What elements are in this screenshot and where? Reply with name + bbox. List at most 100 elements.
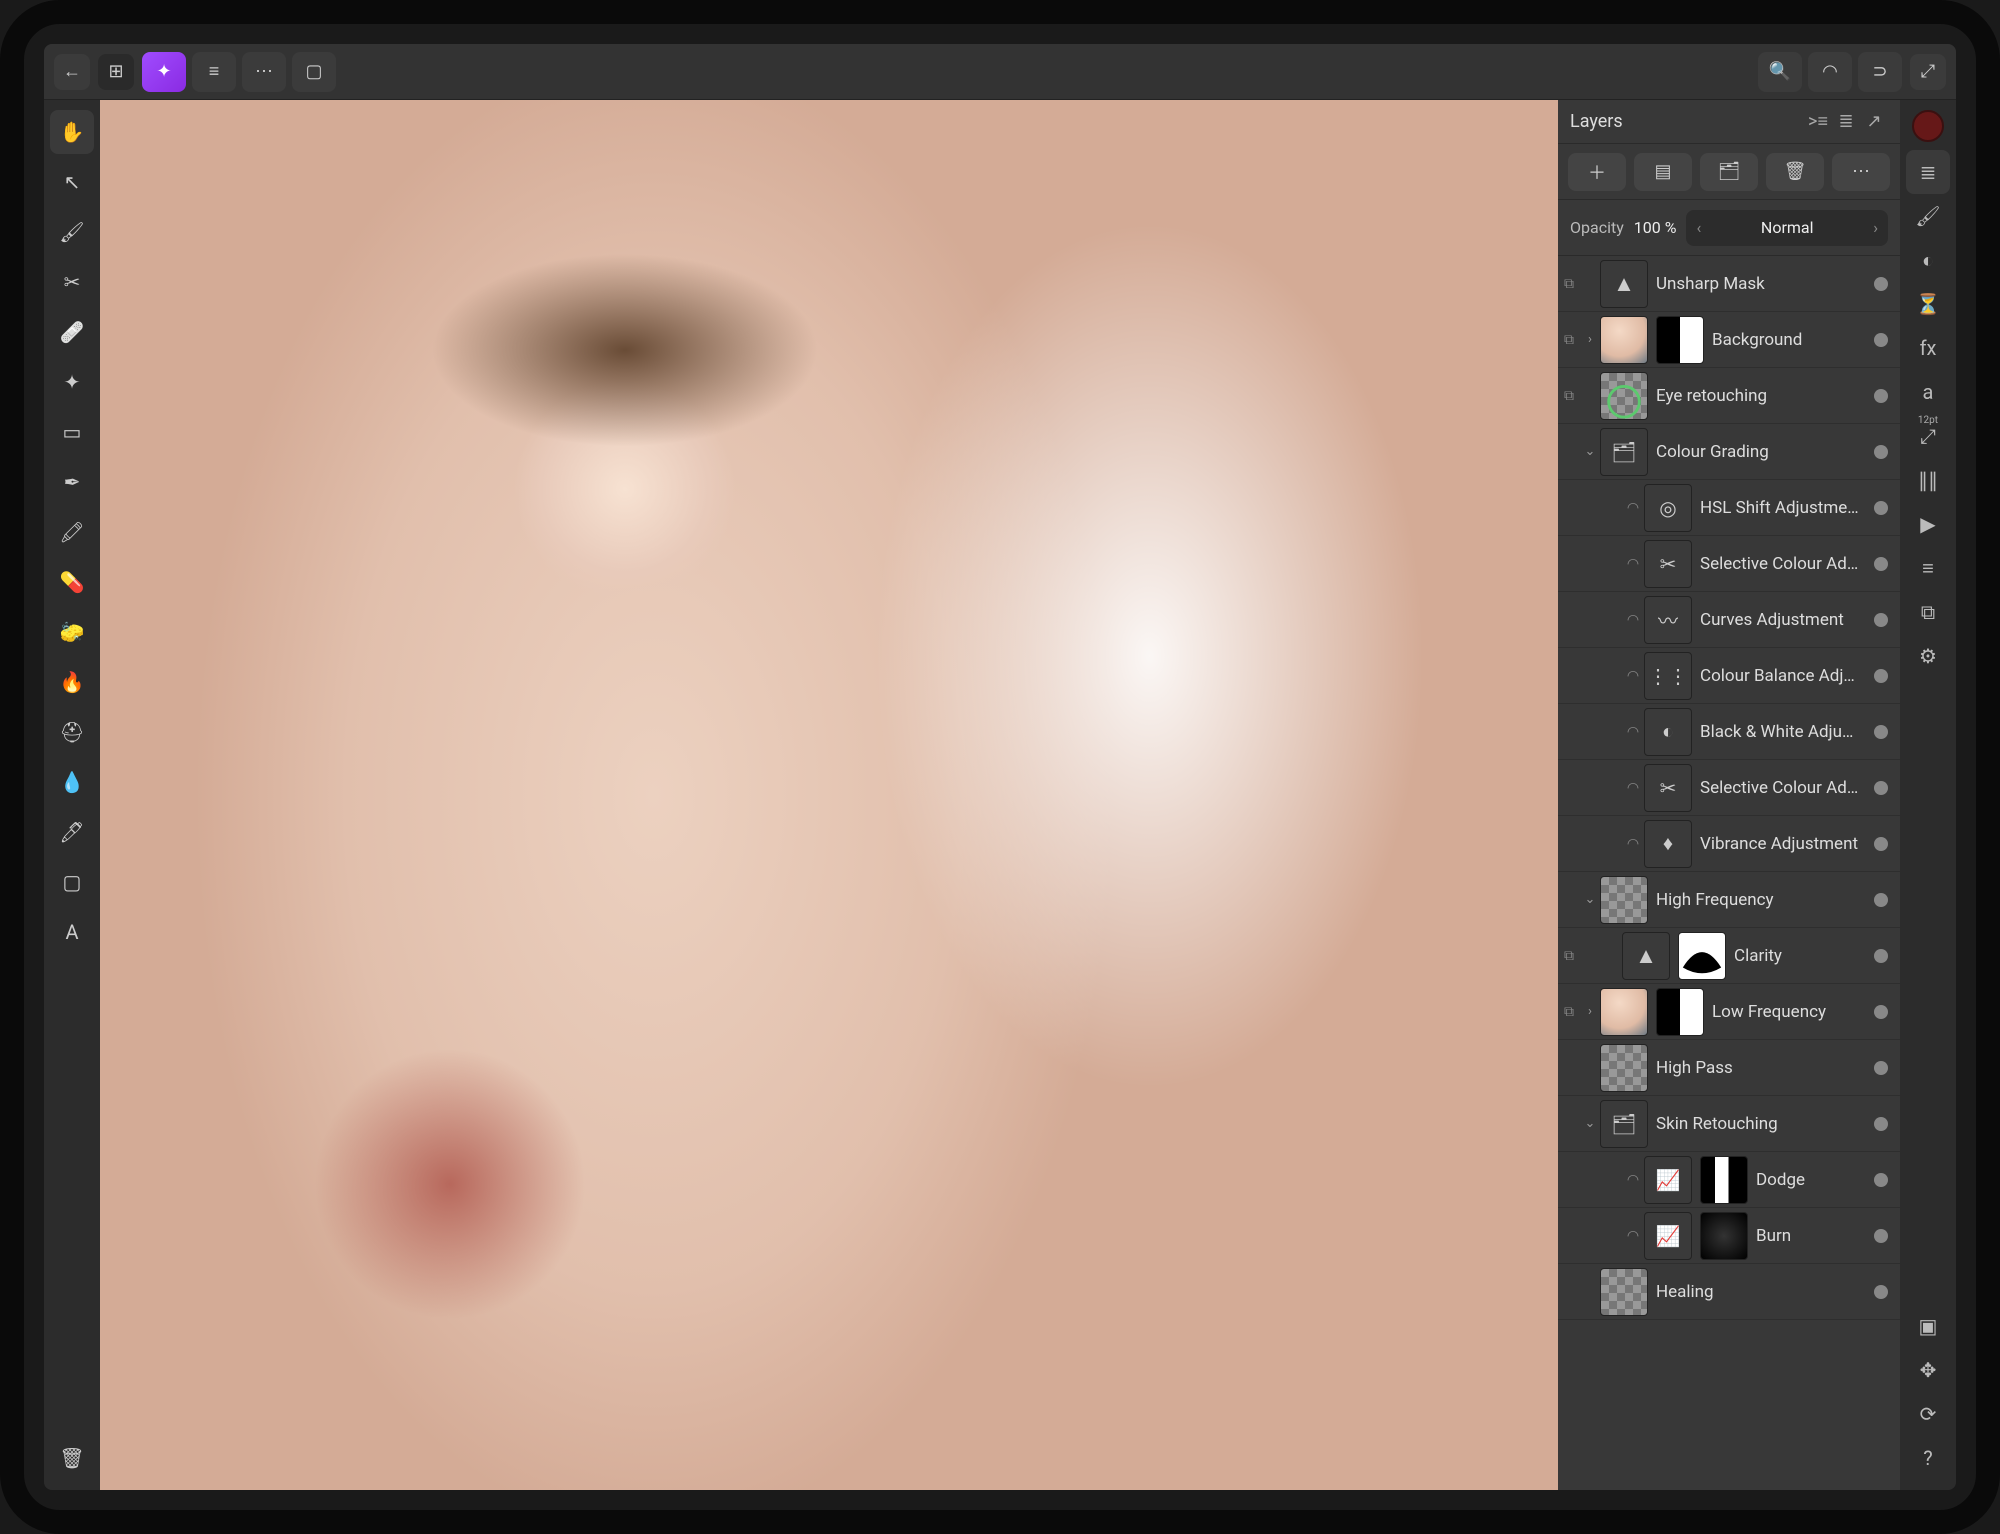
record-button[interactable] (1912, 110, 1944, 142)
mask-layer-button[interactable]: ▤ (1634, 153, 1692, 191)
blend-mode-dropdown[interactable]: ‹ Normal › (1686, 210, 1888, 246)
tool-marquee[interactable]: ▭ (50, 410, 94, 454)
visibility-toggle[interactable] (1874, 1285, 1888, 1299)
disclosure-button[interactable]: ⌄ (1580, 1116, 1600, 1131)
link-icon[interactable]: ⧉ (1558, 276, 1580, 292)
tool-healing[interactable]: 🩹 (50, 310, 94, 354)
persona-button[interactable]: ✦ (142, 52, 186, 92)
chevron-right-icon[interactable]: › (1873, 218, 1878, 237)
tool-pen[interactable]: ✒ (50, 460, 94, 504)
studio-settings[interactable]: ⚙ (1906, 634, 1950, 678)
more-layer-button[interactable]: ⋯ (1832, 153, 1890, 191)
fullscreen-button[interactable]: ⤢ (1910, 54, 1946, 90)
tool-text[interactable]: A (50, 910, 94, 954)
layer-row[interactable]: ◠✂Selective Colour Adju… (1558, 536, 1900, 592)
link-icon[interactable]: ⧉ (1558, 948, 1580, 964)
visibility-toggle[interactable] (1874, 781, 1888, 795)
layer-row[interactable]: High Pass (1558, 1040, 1900, 1096)
visibility-toggle[interactable] (1874, 389, 1888, 403)
tool-hand[interactable]: ✋ (50, 110, 94, 154)
layer-row[interactable]: ◠✂Selective Colour Adju… (1558, 760, 1900, 816)
layer-row[interactable]: ◠◐Black & White Adjust… (1558, 704, 1900, 760)
menu-button[interactable]: ≡ (192, 52, 236, 92)
zoom-fit-button[interactable]: 🔍 (1758, 52, 1802, 92)
visibility-toggle[interactable] (1874, 1117, 1888, 1131)
studio-history[interactable]: ⟳ (1906, 1392, 1950, 1436)
documents-button[interactable]: ⊞ (98, 54, 134, 90)
studio-export[interactable]: ⧉ (1906, 590, 1950, 634)
chevron-left-icon[interactable]: ‹ (1696, 218, 1701, 237)
studio-fx[interactable]: fx (1906, 326, 1950, 370)
tool-dropper[interactable]: 💧 (50, 760, 94, 804)
tool-paint[interactable]: 🖌 (50, 210, 94, 254)
link-icon[interactable]: ⧉ (1558, 1004, 1580, 1020)
visibility-toggle[interactable] (1874, 1173, 1888, 1187)
visibility-toggle[interactable] (1874, 445, 1888, 459)
tool-wand[interactable]: ✦ (50, 360, 94, 404)
visibility-toggle[interactable] (1874, 1005, 1888, 1019)
tool-burn[interactable]: 🔥 (50, 660, 94, 704)
layer-row[interactable]: ⧉▲Unsharp Mask (1558, 256, 1900, 312)
panel-popout-button[interactable]: ↗ (1860, 108, 1888, 136)
layer-row[interactable]: Healing (1558, 1264, 1900, 1320)
layer-list[interactable]: ⧉▲Unsharp Mask⧉›Background⧉Eye retouchin… (1558, 256, 1900, 1490)
studio-layers[interactable]: ≣ (1906, 150, 1950, 194)
tool-stamp[interactable]: ⛑ (50, 710, 94, 754)
layer-row[interactable]: ⧉Eye retouching (1558, 368, 1900, 424)
disclosure-button[interactable]: ⌄ (1580, 892, 1600, 907)
visibility-toggle[interactable] (1874, 557, 1888, 571)
studio-brushes[interactable]: 🖌 (1906, 194, 1950, 238)
quickmask-button[interactable]: ◠ (1808, 52, 1852, 92)
opacity-value[interactable]: 100 % (1634, 218, 1677, 237)
tool-move[interactable]: ↖ (50, 160, 94, 204)
studio-help[interactable]: ? (1906, 1436, 1950, 1480)
visibility-toggle[interactable] (1874, 277, 1888, 291)
visibility-toggle[interactable] (1874, 669, 1888, 683)
marquee-button[interactable]: ▢ (292, 52, 336, 92)
layer-row[interactable]: ⌄🗂Skin Retouching (1558, 1096, 1900, 1152)
tool-eraser[interactable]: 💊 (50, 560, 94, 604)
add-layer-button[interactable]: ＋ (1568, 153, 1626, 191)
studio-snap[interactable]: ✥ (1906, 1348, 1950, 1392)
studio-levels[interactable]: ∥∥ (1906, 458, 1950, 502)
layer-row[interactable]: ◠〰Curves Adjustment (1558, 592, 1900, 648)
disclosure-button[interactable]: › (1580, 1004, 1600, 1019)
tool-eraser2[interactable]: 🧽 (50, 610, 94, 654)
visibility-toggle[interactable] (1874, 613, 1888, 627)
studio-list[interactable]: ≡ (1906, 546, 1950, 590)
disclosure-button[interactable]: ⌄ (1580, 444, 1600, 459)
panel-view-button[interactable]: ≣ (1832, 108, 1860, 136)
panel-collapse-button[interactable]: >≡ (1804, 108, 1832, 136)
visibility-toggle[interactable] (1874, 333, 1888, 347)
tool-color-replace[interactable]: 🖍 (50, 510, 94, 554)
visibility-toggle[interactable] (1874, 893, 1888, 907)
studio-transform[interactable]: ⤢ (1906, 414, 1950, 458)
layer-row[interactable]: ◠◎HSL Shift Adjustment (1558, 480, 1900, 536)
studio-hourglass[interactable]: ⏳ (1906, 282, 1950, 326)
visibility-toggle[interactable] (1874, 1061, 1888, 1075)
delete-layer-button[interactable]: 🗑 (1766, 153, 1824, 191)
studio-text-style[interactable]: a12pt (1906, 370, 1950, 414)
visibility-toggle[interactable] (1874, 501, 1888, 515)
link-icon[interactable]: ⧉ (1558, 388, 1580, 404)
back-button[interactable]: ← (54, 54, 90, 90)
studio-bounds[interactable]: ▣ (1906, 1304, 1950, 1348)
layer-row[interactable]: ⧉›Low Frequency (1558, 984, 1900, 1040)
link-icon[interactable]: ⧉ (1558, 332, 1580, 348)
group-layer-button[interactable]: 🗂 (1700, 153, 1758, 191)
studio-adjust[interactable]: ◐ (1906, 238, 1950, 282)
layer-row[interactable]: ◠📈Dodge (1558, 1152, 1900, 1208)
visibility-toggle[interactable] (1874, 1229, 1888, 1243)
more-button[interactable]: ⋯ (242, 52, 286, 92)
layer-row[interactable]: ⌄High Frequency (1558, 872, 1900, 928)
layer-row[interactable]: ◠📈Burn (1558, 1208, 1900, 1264)
canvas[interactable] (100, 100, 1558, 1490)
layer-row[interactable]: ⌄🗂Colour Grading (1558, 424, 1900, 480)
layer-row[interactable]: ◠♦Vibrance Adjustment (1558, 816, 1900, 872)
tool-dodge[interactable]: 🖊 (50, 810, 94, 854)
visibility-toggle[interactable] (1874, 837, 1888, 851)
tool-shape[interactable]: ▢ (50, 860, 94, 904)
layer-row[interactable]: ◠⋮⋮Colour Balance Adjust… (1558, 648, 1900, 704)
visibility-toggle[interactable] (1874, 949, 1888, 963)
visibility-toggle[interactable] (1874, 725, 1888, 739)
